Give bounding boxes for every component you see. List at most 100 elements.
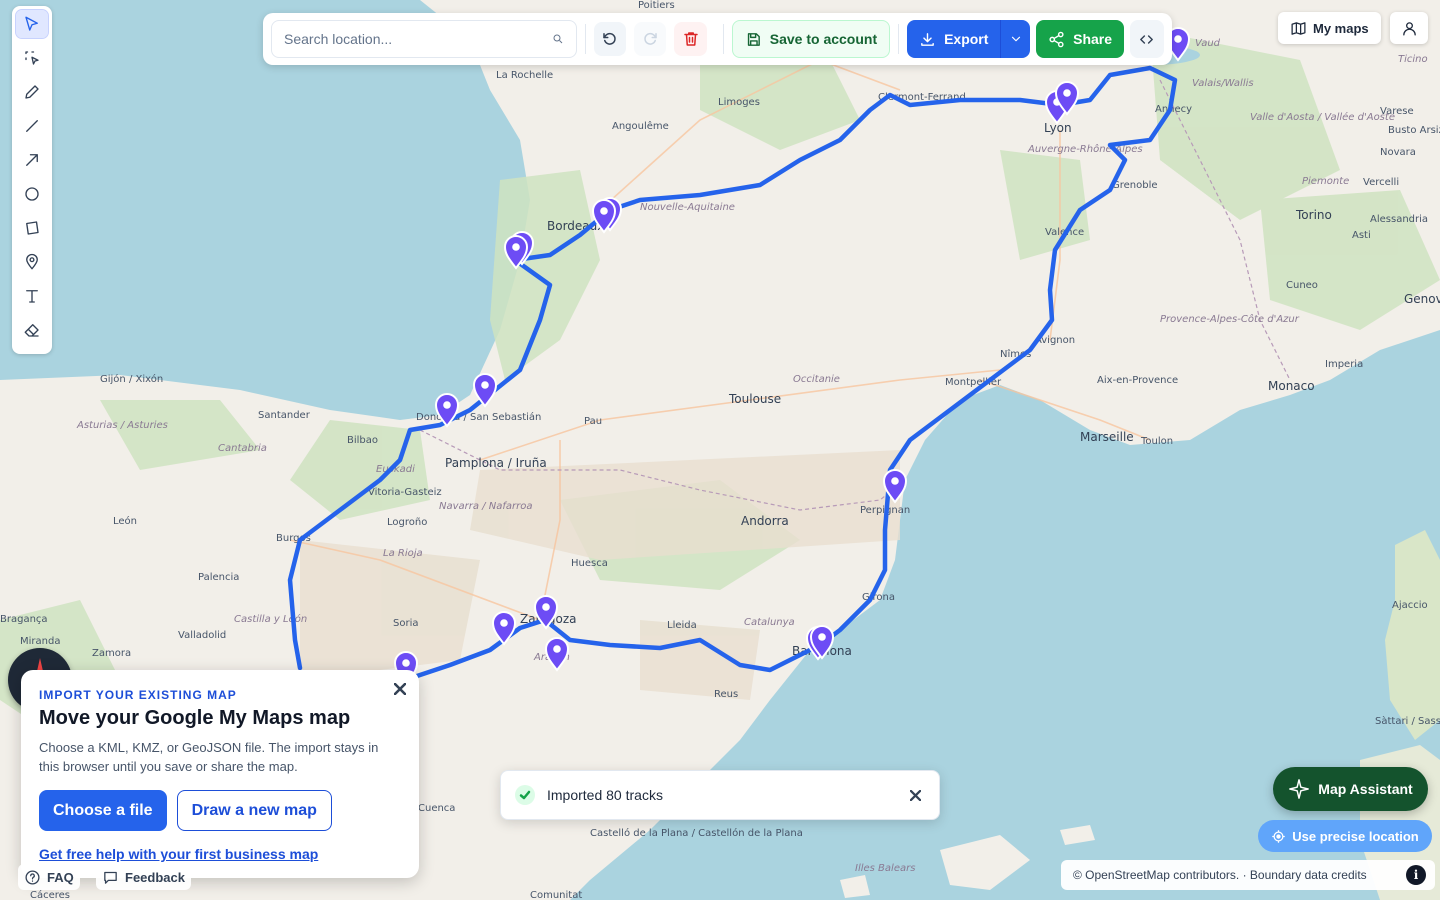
import-map-panel: IMPORT YOUR EXISTING MAP Move your Googl…	[21, 670, 419, 878]
circle-icon	[25, 187, 39, 201]
message-icon	[104, 871, 117, 884]
svg-text:Busto Arsizio: Busto Arsizio	[1388, 125, 1440, 136]
business-help-link[interactable]: Get free help with your first business m…	[39, 846, 401, 862]
faq-label: FAQ	[47, 869, 74, 885]
eraser-tool[interactable]	[16, 316, 48, 344]
faq-link[interactable]: FAQ	[18, 864, 80, 890]
choose-file-button[interactable]: Choose a file	[39, 790, 167, 831]
svg-text:Imperia: Imperia	[1325, 359, 1363, 370]
drawing-toolbar	[12, 6, 52, 354]
embed-code-button[interactable]	[1129, 20, 1164, 58]
svg-text:Nouvelle-Aquitaine: Nouvelle-Aquitaine	[640, 202, 735, 213]
line-icon	[26, 120, 38, 132]
polygon-tool[interactable]	[16, 214, 48, 242]
help-circle-icon	[25, 869, 40, 885]
map-assistant-button[interactable]: Map Assistant	[1273, 767, 1428, 811]
svg-text:La Rochelle: La Rochelle	[496, 70, 553, 81]
svg-text:Castilla y León: Castilla y León	[234, 613, 307, 625]
svg-text:Valais/Wallis: Valais/Wallis	[1192, 78, 1254, 89]
save-icon	[747, 32, 760, 46]
map-icon	[1291, 21, 1306, 35]
search-input[interactable]	[284, 31, 552, 47]
export-label: Export	[944, 31, 989, 47]
undo-icon	[603, 32, 616, 45]
precise-location-label: Use precise location	[1292, 828, 1419, 844]
svg-text:Toulon: Toulon	[1140, 436, 1173, 447]
svg-text:Vercelli: Vercelli	[1363, 177, 1399, 188]
svg-text:Aix-en-Provence: Aix-en-Provence	[1097, 375, 1178, 386]
svg-text:Soria: Soria	[393, 618, 418, 629]
svg-text:Miranda: Miranda	[20, 636, 60, 647]
import-title: Move your Google My Maps map	[39, 707, 351, 729]
svg-text:Pamplona / Iruña: Pamplona / Iruña	[445, 456, 547, 470]
toolbar-divider	[898, 24, 900, 54]
line-tool[interactable]	[16, 112, 48, 140]
locate-icon	[1272, 829, 1286, 843]
export-button[interactable]: Export	[907, 20, 1031, 58]
close-icon	[909, 789, 921, 801]
import-description: Choose a KML, KMZ, or GeoJSON file. The …	[39, 740, 379, 774]
export-options-dropdown[interactable]	[1000, 20, 1030, 58]
arrow-tool[interactable]	[16, 146, 48, 174]
svg-text:Grenoble: Grenoble	[1112, 180, 1158, 191]
svg-text:Vaud: Vaud	[1195, 38, 1221, 49]
lasso-icon	[25, 51, 39, 65]
svg-text:Zamora: Zamora	[92, 648, 131, 659]
svg-text:Navarra / Nafarroa: Navarra / Nafarroa	[439, 501, 532, 512]
download-icon	[921, 32, 934, 46]
svg-text:Marseille: Marseille	[1080, 430, 1134, 444]
info-icon[interactable]: i	[1406, 865, 1426, 885]
pencil-icon	[25, 85, 39, 99]
my-maps-button[interactable]: My maps	[1278, 12, 1381, 44]
delete-button[interactable]	[674, 22, 707, 56]
draw-new-map-button[interactable]: Draw a new map	[176, 790, 332, 831]
lasso-select-tool[interactable]	[16, 44, 48, 72]
redo-button[interactable]	[634, 22, 667, 56]
svg-text:Valle d'Aosta / Vallée d'Aoste: Valle d'Aosta / Vallée d'Aoste	[1250, 111, 1395, 123]
svg-text:Comunitat: Comunitat	[530, 890, 582, 900]
success-icon	[515, 785, 535, 805]
feedback-link[interactable]: Feedback	[96, 864, 191, 890]
svg-text:Angoulême: Angoulême	[612, 120, 669, 132]
polygon-icon	[26, 221, 39, 235]
text-tool[interactable]	[16, 282, 48, 310]
svg-text:Reus: Reus	[714, 689, 738, 700]
pencil-tool[interactable]	[16, 78, 48, 106]
svg-text:Cuneo: Cuneo	[1286, 280, 1318, 291]
import-toast: Imported 80 tracks	[500, 770, 940, 820]
svg-text:Cáceres: Cáceres	[30, 889, 70, 900]
toolbar-divider	[722, 24, 724, 54]
close-icon	[394, 683, 406, 695]
eraser-icon	[24, 324, 39, 337]
svg-text:Valladolid: Valladolid	[178, 630, 226, 641]
search-icon[interactable]	[552, 33, 564, 45]
close-import-panel-button[interactable]	[391, 680, 409, 698]
svg-text:Logroño: Logroño	[387, 517, 427, 528]
sparkle-icon	[1289, 779, 1310, 799]
search-box	[271, 20, 577, 58]
undo-button[interactable]	[593, 22, 627, 56]
code-icon	[1140, 34, 1154, 44]
share-label: Share	[1073, 31, 1113, 47]
marker-tool[interactable]	[16, 248, 48, 276]
svg-text:Ticino: Ticino	[1398, 54, 1428, 65]
svg-text:Toulouse: Toulouse	[728, 392, 781, 406]
svg-text:Gijón / Xixón: Gijón / Xixón	[100, 373, 163, 385]
svg-text:Asti: Asti	[1352, 230, 1371, 241]
circle-tool[interactable]	[16, 180, 48, 208]
share-button[interactable]: Share	[1036, 20, 1125, 58]
attribution-text[interactable]: © OpenStreetMap contributors. · Boundary…	[1073, 868, 1367, 882]
svg-text:Catalunya: Catalunya	[744, 617, 795, 628]
toast-message: Imported 80 tracks	[547, 787, 663, 803]
svg-text:Asturias / Asturies: Asturias / Asturies	[76, 420, 168, 431]
dismiss-toast-button[interactable]	[905, 785, 925, 805]
arrow-icon	[26, 154, 38, 166]
cursor-icon	[25, 16, 38, 31]
svg-text:Limoges: Limoges	[718, 97, 760, 108]
svg-text:Vitoria-Gasteiz: Vitoria-Gasteiz	[368, 487, 442, 498]
account-button[interactable]	[1390, 12, 1428, 44]
save-to-account-button[interactable]: Save to account	[731, 20, 891, 58]
svg-text:Novara: Novara	[1380, 147, 1416, 158]
select-tool[interactable]	[15, 9, 49, 39]
use-precise-location-button[interactable]: Use precise location	[1258, 820, 1432, 852]
